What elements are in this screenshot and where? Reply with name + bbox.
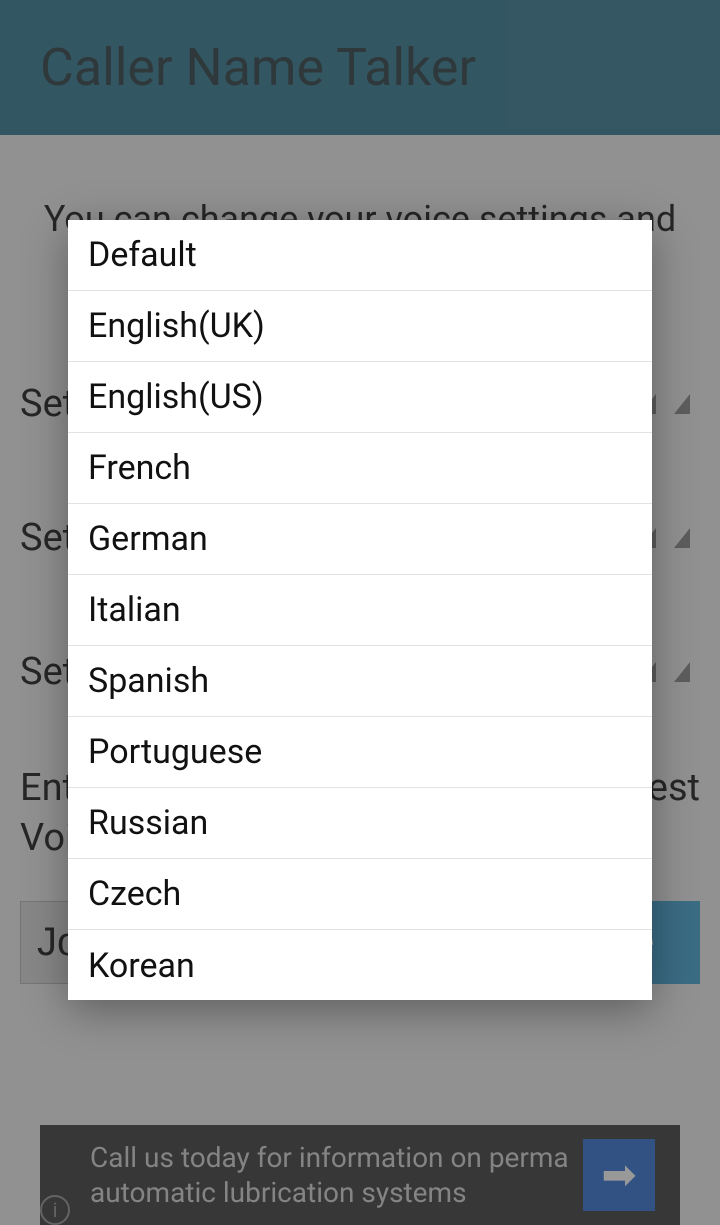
option-label: English(US) (88, 377, 264, 417)
language-option-english-uk[interactable]: English(UK) (68, 291, 652, 362)
option-label: German (88, 519, 208, 559)
option-label: Korean (88, 946, 195, 986)
language-option-french[interactable]: French (68, 433, 652, 504)
option-label: Default (88, 235, 197, 275)
option-label: Russian (88, 803, 208, 843)
option-label: English(UK) (88, 306, 265, 346)
language-option-czech[interactable]: Czech (68, 859, 652, 930)
language-option-default[interactable]: Default (68, 220, 652, 291)
language-option-german[interactable]: German (68, 504, 652, 575)
language-option-russian[interactable]: Russian (68, 788, 652, 859)
option-label: Portuguese (88, 732, 262, 772)
language-option-italian[interactable]: Italian (68, 575, 652, 646)
language-picker-dialog: Default English(UK) English(US) French G… (68, 220, 652, 1000)
language-option-english-us[interactable]: English(US) (68, 362, 652, 433)
option-label: Spanish (88, 661, 209, 701)
language-option-spanish[interactable]: Spanish (68, 646, 652, 717)
option-label: French (88, 448, 191, 488)
option-label: Italian (88, 590, 181, 630)
option-label: Czech (88, 874, 181, 914)
language-option-korean[interactable]: Korean (68, 930, 652, 1000)
language-option-portuguese[interactable]: Portuguese (68, 717, 652, 788)
